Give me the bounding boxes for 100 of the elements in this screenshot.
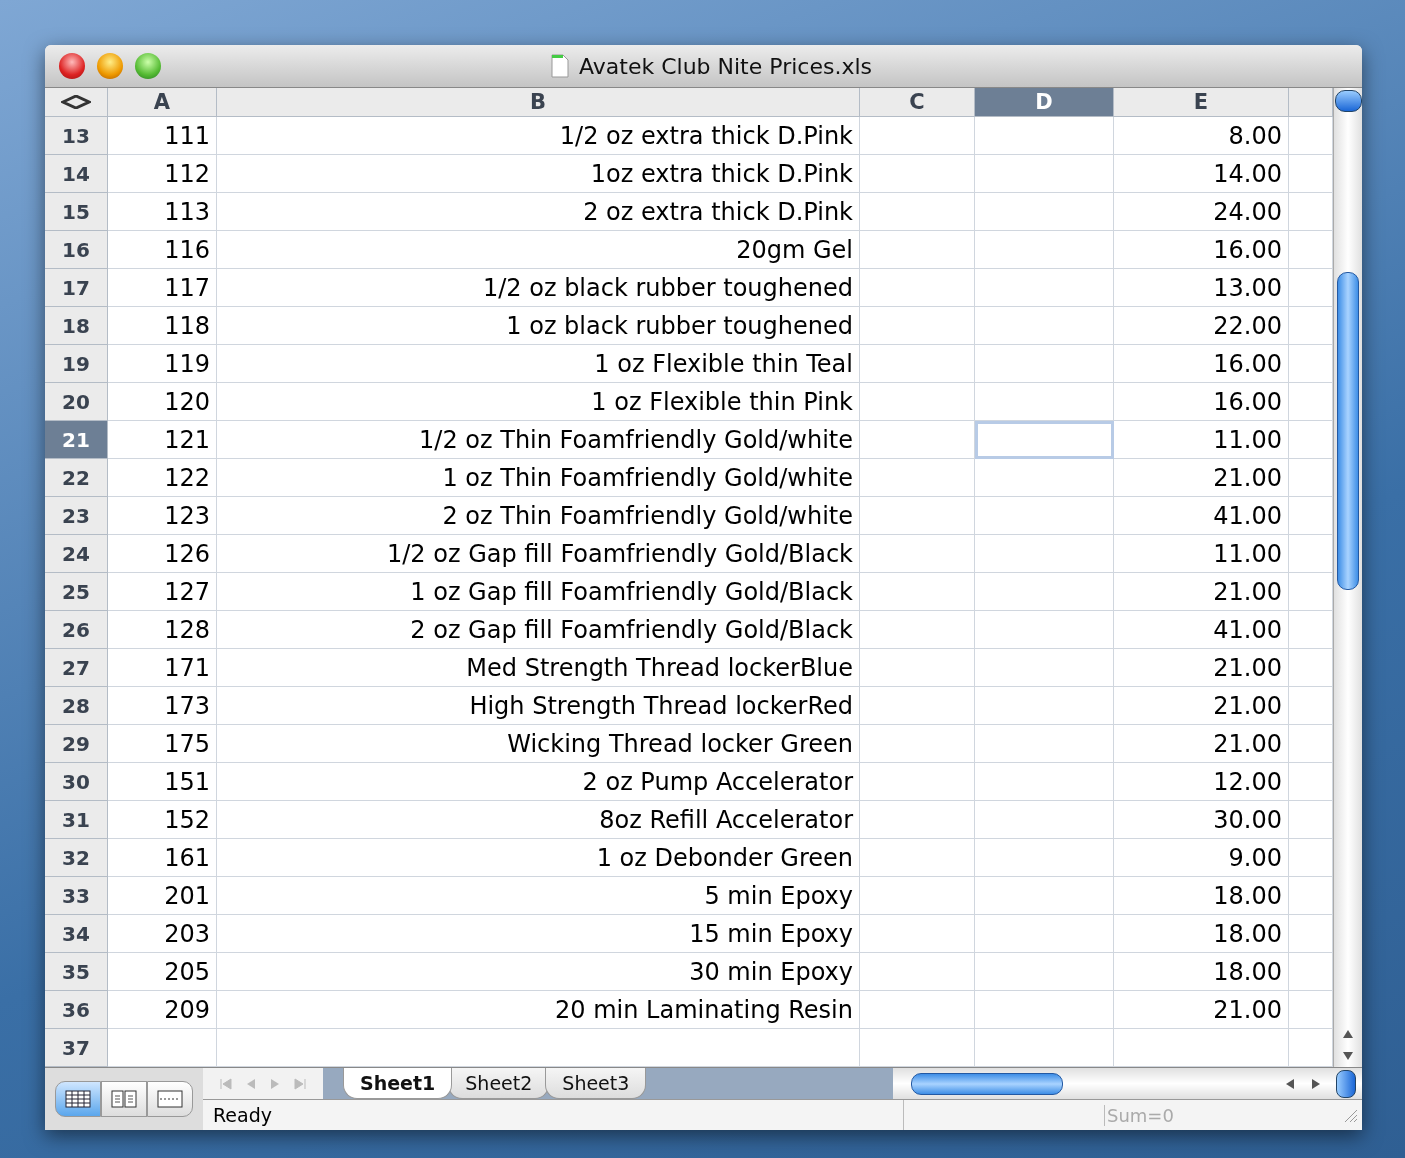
normal-view-button[interactable] (55, 1081, 101, 1117)
table-cell: 1 oz Gap fill Foamfriendly Gold/Black (217, 573, 860, 611)
table-cell: 20gm Gel (217, 231, 860, 269)
row-header[interactable]: 14 (45, 155, 108, 193)
table-cell: 119 (108, 345, 217, 383)
column-header[interactable]: B (217, 88, 860, 117)
table-cell: 18.00 (1114, 915, 1289, 953)
row-header[interactable]: 35 (45, 953, 108, 991)
table-cell: Med Strength Thread lockerBlue (217, 649, 860, 687)
column-header[interactable]: C (860, 88, 975, 117)
table-cell: 8oz Refill Accelerator (217, 801, 860, 839)
row-header[interactable]: 23 (45, 497, 108, 535)
scroll-left-icon[interactable] (1284, 1077, 1296, 1090)
table-cell: 127 (108, 573, 217, 611)
scroll-right-icon[interactable] (1310, 1077, 1322, 1090)
table-cell: 21.00 (1114, 459, 1289, 497)
row-header[interactable]: 33 (45, 877, 108, 915)
table-cell: 171 (108, 649, 217, 687)
column-header[interactable]: E (1114, 88, 1289, 117)
table-cell: 111 (108, 117, 217, 155)
table-cell: 22.00 (1114, 307, 1289, 345)
table-cell: 16.00 (1114, 231, 1289, 269)
table-cell: 175 (108, 725, 217, 763)
row-header[interactable]: 20 (45, 383, 108, 421)
row-header[interactable]: 18 (45, 307, 108, 345)
page-layout-button[interactable] (101, 1081, 147, 1117)
row-header[interactable]: 13 (45, 117, 108, 155)
select-all-icon[interactable] (61, 95, 91, 109)
table-cell: 21.00 (1114, 573, 1289, 611)
table-cell: 1 oz Flexible thin Pink (217, 383, 860, 421)
row-header[interactable]: 34 (45, 915, 108, 953)
row-header[interactable]: 19 (45, 345, 108, 383)
table-cell: 128 (108, 611, 217, 649)
table-cell: 1 oz Flexible thin Teal (217, 345, 860, 383)
table-cell: 116 (108, 231, 217, 269)
split-handle[interactable] (1334, 90, 1362, 112)
row-header[interactable]: 24 (45, 535, 108, 573)
table-cell: 1 oz Debonder Green (217, 839, 860, 877)
active-cell[interactable] (975, 421, 1114, 459)
close-button[interactable] (59, 53, 85, 79)
table-cell: 21.00 (1114, 991, 1289, 1029)
row-header[interactable]: 21 (45, 421, 108, 459)
row-header[interactable]: 26 (45, 611, 108, 649)
table-cell: 21.00 (1114, 687, 1289, 725)
table-cell: 151 (108, 763, 217, 801)
table-cell: 2 oz Pump Accelerator (217, 763, 860, 801)
scroll-up-icon[interactable] (1342, 1029, 1354, 1039)
row-header[interactable]: 31 (45, 801, 108, 839)
row-header[interactable]: 27 (45, 649, 108, 687)
row-header[interactable]: 36 (45, 991, 108, 1029)
row-header[interactable]: 32 (45, 839, 108, 877)
document-icon (551, 54, 569, 78)
table-cell: 1/2 oz extra thick D.Pink (217, 117, 860, 155)
two-pages-icon (111, 1090, 137, 1108)
scroll-down-icon[interactable] (1342, 1051, 1354, 1061)
sum-readout: Sum=0 (1104, 1104, 1174, 1126)
table-cell: 21.00 (1114, 649, 1289, 687)
sheet-tab[interactable]: Sheet1 (343, 1068, 453, 1099)
table-cell: 118 (108, 307, 217, 345)
table-cell: 13.00 (1114, 269, 1289, 307)
sheet-tab[interactable]: Sheet3 (545, 1068, 647, 1099)
column-header[interactable]: D (975, 88, 1114, 117)
row-header[interactable]: 37 (45, 1029, 108, 1067)
dashed-page-icon (157, 1090, 183, 1108)
table-cell: High Strength Thread lockerRed (217, 687, 860, 725)
row-header[interactable]: 28 (45, 687, 108, 725)
table-cell: 8.00 (1114, 117, 1289, 155)
table-cell: 11.00 (1114, 535, 1289, 573)
table-cell: 122 (108, 459, 217, 497)
table-cell: 2 oz Thin Foamfriendly Gold/white (217, 497, 860, 535)
row-header[interactable]: 25 (45, 573, 108, 611)
table-cell: 21.00 (1114, 725, 1289, 763)
row-header[interactable]: 17 (45, 269, 108, 307)
status-text: Ready (212, 1104, 273, 1126)
table-cell: 2 oz extra thick D.Pink (217, 193, 860, 231)
resize-grip-icon[interactable] (1342, 1107, 1358, 1123)
table-cell: 173 (108, 687, 217, 725)
window-title: Avatek Club Nite Prices.xls (579, 53, 872, 79)
zoom-button[interactable] (135, 53, 161, 79)
table-cell: 15 min Epoxy (217, 915, 860, 953)
row-header[interactable]: 22 (45, 459, 108, 497)
table-cell: 121 (108, 421, 217, 459)
split-handle[interactable] (1336, 1069, 1356, 1098)
row-header[interactable]: 16 (45, 231, 108, 269)
minimize-button[interactable] (97, 53, 123, 79)
row-header[interactable]: 30 (45, 763, 108, 801)
table-cell: 30.00 (1114, 801, 1289, 839)
row-header[interactable]: 29 (45, 725, 108, 763)
table-cell: 201 (108, 877, 217, 915)
table-cell: 205 (108, 953, 217, 991)
table-cell: 209 (108, 991, 217, 1029)
scroll-thumb[interactable] (1337, 272, 1359, 590)
page-break-button[interactable] (147, 1081, 193, 1117)
table-cell: 126 (108, 535, 217, 573)
table-cell: 30 min Epoxy (217, 953, 860, 991)
table-cell: 1 oz black rubber toughened (217, 307, 860, 345)
column-header[interactable]: A (108, 88, 217, 117)
scroll-thumb[interactable] (911, 1072, 1063, 1095)
table-cell: 14.00 (1114, 155, 1289, 193)
row-header[interactable]: 15 (45, 193, 108, 231)
